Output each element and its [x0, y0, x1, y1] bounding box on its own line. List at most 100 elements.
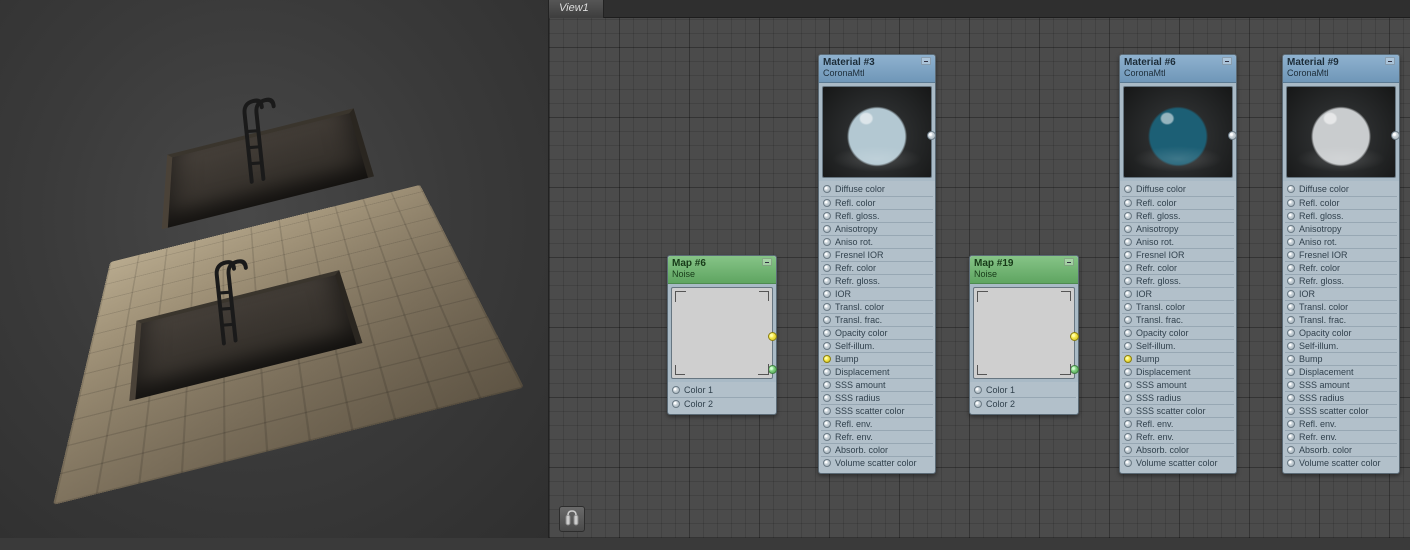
input-socket[interactable]: [1287, 381, 1295, 389]
slot-ior[interactable]: IOR: [1285, 287, 1397, 300]
input-socket[interactable]: [1287, 394, 1295, 402]
minimize-icon[interactable]: [1222, 57, 1232, 65]
slot-refl-env-[interactable]: Refl. env.: [1122, 417, 1234, 430]
slot-bump[interactable]: Bump: [821, 352, 933, 365]
input-socket[interactable]: [672, 400, 680, 408]
slot-color-2[interactable]: Color 2: [670, 397, 774, 410]
slot-refl-gloss-[interactable]: Refl. gloss.: [1122, 209, 1234, 222]
input-socket[interactable]: [1124, 446, 1132, 454]
slot-sss-amount[interactable]: SSS amount: [821, 378, 933, 391]
slot-transl-color[interactable]: Transl. color: [821, 300, 933, 313]
input-socket[interactable]: [1124, 290, 1132, 298]
slot-bump[interactable]: Bump: [1285, 352, 1397, 365]
slot-anisotropy[interactable]: Anisotropy: [1285, 222, 1397, 235]
slot-transl-frac-[interactable]: Transl. frac.: [1285, 313, 1397, 326]
input-socket[interactable]: [1124, 433, 1132, 441]
slot-ior[interactable]: IOR: [1122, 287, 1234, 300]
slot-sss-amount[interactable]: SSS amount: [1122, 378, 1234, 391]
slot-opacity-color[interactable]: Opacity color: [1285, 326, 1397, 339]
slot-sss-radius[interactable]: SSS radius: [1285, 391, 1397, 404]
slot-refl-env-[interactable]: Refl. env.: [1285, 417, 1397, 430]
slot-diffuse-color[interactable]: Diffuse color: [1285, 183, 1397, 196]
input-socket[interactable]: [1287, 225, 1295, 233]
slot-refl-env-[interactable]: Refl. env.: [821, 417, 933, 430]
input-socket[interactable]: [1124, 277, 1132, 285]
slot-aniso-rot-[interactable]: Aniso rot.: [1122, 235, 1234, 248]
slot-fresnel-ior[interactable]: Fresnel IOR: [821, 248, 933, 261]
node-material-6[interactable]: Material #6 CoronaMtl Diffuse color Refl.…: [1119, 54, 1237, 474]
output-socket[interactable]: [768, 332, 777, 341]
slot-refr-env-[interactable]: Refr. env.: [1285, 430, 1397, 443]
input-socket[interactable]: [1287, 446, 1295, 454]
input-socket[interactable]: [823, 342, 831, 350]
input-socket[interactable]: [823, 407, 831, 415]
input-socket[interactable]: [823, 185, 831, 193]
slot-aniso-rot-[interactable]: Aniso rot.: [821, 235, 933, 248]
input-socket[interactable]: [974, 386, 982, 394]
input-socket[interactable]: [672, 386, 680, 394]
slot-refl-color[interactable]: Refl. color: [821, 196, 933, 209]
input-socket[interactable]: [1124, 316, 1132, 324]
slot-diffuse-color[interactable]: Diffuse color: [1122, 183, 1234, 196]
input-socket[interactable]: [823, 433, 831, 441]
input-socket[interactable]: [823, 199, 831, 207]
slot-color-1[interactable]: Color 1: [972, 384, 1076, 397]
slot-bump[interactable]: Bump: [1122, 352, 1234, 365]
node-header[interactable]: Map #6 Noise: [668, 256, 776, 284]
slot-volume-scatter-color[interactable]: Volume scatter color: [821, 456, 933, 469]
input-socket[interactable]: [1124, 394, 1132, 402]
input-socket[interactable]: [1124, 459, 1132, 467]
input-socket[interactable]: [1287, 199, 1295, 207]
slot-anisotropy[interactable]: Anisotropy: [821, 222, 933, 235]
node-canvas[interactable]: Map #6 Noise Color 1Color 2 Material #3 …: [549, 18, 1410, 538]
output-socket[interactable]: [1391, 131, 1400, 140]
input-socket[interactable]: [823, 277, 831, 285]
input-socket[interactable]: [1287, 407, 1295, 415]
minimize-icon[interactable]: [1385, 57, 1395, 65]
slot-refr-env-[interactable]: Refr. env.: [1122, 430, 1234, 443]
slot-self-illum-[interactable]: Self-illum.: [821, 339, 933, 352]
output-socket[interactable]: [927, 131, 936, 140]
input-socket[interactable]: [1124, 303, 1132, 311]
input-socket[interactable]: [1124, 225, 1132, 233]
node-editor[interactable]: View1 Map #6 Noise Color 1Color 2: [548, 0, 1410, 538]
slot-refl-gloss-[interactable]: Refl. gloss.: [1285, 209, 1397, 222]
input-socket[interactable]: [823, 238, 831, 246]
input-socket[interactable]: [1287, 420, 1295, 428]
input-socket[interactable]: [974, 400, 982, 408]
input-socket[interactable]: [823, 355, 831, 363]
slot-displacement[interactable]: Displacement: [1122, 365, 1234, 378]
slot-color-2[interactable]: Color 2: [972, 397, 1076, 410]
input-socket[interactable]: [823, 381, 831, 389]
input-socket[interactable]: [823, 459, 831, 467]
node-header[interactable]: Material #6 CoronaMtl: [1120, 55, 1236, 83]
input-socket[interactable]: [1287, 459, 1295, 467]
input-socket[interactable]: [1287, 329, 1295, 337]
slot-ior[interactable]: IOR: [821, 287, 933, 300]
node-header[interactable]: Map #19 Noise: [970, 256, 1078, 284]
node-material-9[interactable]: Material #9 CoronaMtl Diffuse color Refl.…: [1282, 54, 1400, 474]
input-socket[interactable]: [1124, 264, 1132, 272]
input-socket[interactable]: [1124, 251, 1132, 259]
node-header[interactable]: Material #3 CoronaMtl: [819, 55, 935, 83]
slot-anisotropy[interactable]: Anisotropy: [1122, 222, 1234, 235]
input-socket[interactable]: [1124, 185, 1132, 193]
node-map-19[interactable]: Map #19 Noise Color 1Color 2: [969, 255, 1079, 415]
node-material-3[interactable]: Material #3 CoronaMtl Diffuse colorRefl.…: [818, 54, 936, 474]
input-socket[interactable]: [1287, 251, 1295, 259]
input-socket[interactable]: [1124, 199, 1132, 207]
input-socket[interactable]: [1287, 303, 1295, 311]
slot-refr-gloss-[interactable]: Refr. gloss.: [821, 274, 933, 287]
input-socket[interactable]: [1287, 316, 1295, 324]
input-socket[interactable]: [1287, 290, 1295, 298]
input-socket[interactable]: [823, 251, 831, 259]
input-socket[interactable]: [1287, 238, 1295, 246]
input-socket[interactable]: [1124, 420, 1132, 428]
input-socket[interactable]: [823, 329, 831, 337]
input-socket[interactable]: [1287, 212, 1295, 220]
node-header[interactable]: Material #9 CoronaMtl: [1283, 55, 1399, 83]
slot-opacity-color[interactable]: Opacity color: [821, 326, 933, 339]
tab-view1[interactable]: View1: [549, 0, 604, 18]
input-socket[interactable]: [823, 212, 831, 220]
slot-refl-gloss-[interactable]: Refl. gloss.: [821, 209, 933, 222]
